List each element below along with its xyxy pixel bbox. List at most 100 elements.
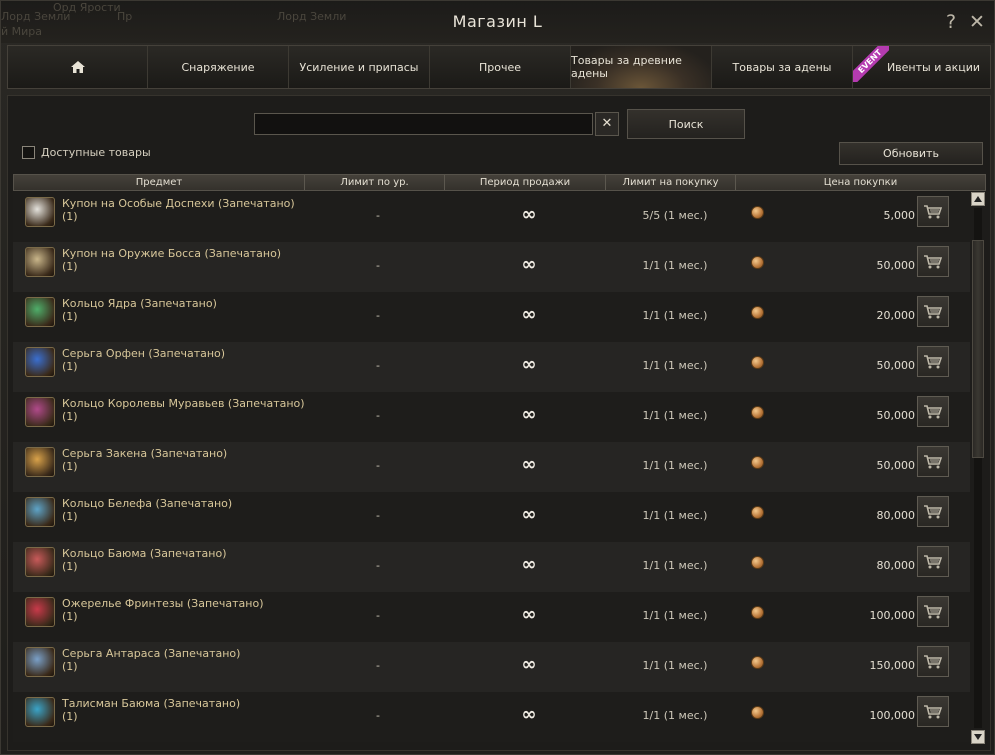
- armor-coupon-icon[interactable]: [25, 197, 55, 227]
- baium-talisman-icon[interactable]: [25, 697, 55, 727]
- item-quantity: (1): [62, 360, 78, 373]
- weapon-coupon-icon[interactable]: [25, 247, 55, 277]
- sale-period: ∞: [521, 504, 537, 525]
- item-price: 80,000: [876, 509, 916, 522]
- orfen-earring-icon[interactable]: [25, 347, 55, 377]
- buy-button[interactable]: [917, 196, 949, 227]
- header-purchase-limit: Лимит на покупку: [606, 175, 736, 190]
- refresh-button[interactable]: Обновить: [839, 142, 983, 165]
- item-price: 50,000: [876, 459, 916, 472]
- sale-period: ∞: [521, 654, 537, 675]
- ancient-adena-coin-icon: [751, 356, 764, 369]
- level-limit: -: [376, 359, 380, 372]
- item-quantity: (1): [62, 210, 78, 223]
- buy-button[interactable]: [917, 496, 949, 527]
- item-price: 100,000: [869, 609, 916, 622]
- level-limit: -: [376, 259, 380, 272]
- item-name: Купон на Особые Доспехи (Запечатано): [62, 197, 295, 210]
- header-price: Цена покупки: [823, 177, 898, 188]
- frintezza-necklace-icon[interactable]: [25, 597, 55, 627]
- scroll-thumb[interactable]: [972, 240, 984, 458]
- buy-button[interactable]: [917, 296, 949, 327]
- table-row[interactable]: Кольцо Баюма (Запечатано) (1) - ∞ 1/1 (1 мес…: [13, 542, 970, 592]
- buy-button[interactable]: [917, 546, 949, 577]
- purchase-limit: 1/1 (1 мес.): [642, 259, 708, 272]
- scroll-down-button[interactable]: [971, 730, 985, 744]
- ancient-adena-coin-icon: [751, 506, 764, 519]
- item-price: 50,000: [876, 259, 916, 272]
- item-name: Серьга Закена (Запечатано): [62, 447, 228, 460]
- cart-icon: [924, 654, 943, 668]
- core-ring-icon[interactable]: [25, 297, 55, 327]
- table-row[interactable]: Талисман Баюма (Запечатано) (1) - ∞ 1/1 (1 м…: [13, 692, 970, 742]
- level-limit: -: [376, 209, 380, 222]
- event-badge-label: EVENT: [853, 46, 889, 82]
- zaken-earring-icon[interactable]: [25, 447, 55, 477]
- purchase-limit: 1/1 (1 мес.): [642, 409, 708, 422]
- buy-button[interactable]: [917, 696, 949, 727]
- event-badge: EVENT: [853, 46, 889, 82]
- antharas-earring-icon[interactable]: [25, 647, 55, 677]
- table-row[interactable]: Купон на Особые Доспехи (Запечатано) (1) -…: [13, 192, 970, 242]
- level-limit: -: [376, 609, 380, 622]
- queen-ant-ring-icon[interactable]: [25, 397, 55, 427]
- tab-enhancement[interactable]: Усиление и припасы: [289, 46, 430, 88]
- scrollbar[interactable]: [971, 192, 985, 744]
- table-row[interactable]: Ожерелье Фринтезы (Запечатано) (1) - ∞ 1/1 (…: [13, 592, 970, 642]
- table-row[interactable]: Кольцо Королевы Муравьев (Запечатано) (1)…: [13, 392, 970, 442]
- scroll-up-button[interactable]: [971, 192, 985, 206]
- item-quantity: (1): [62, 610, 78, 623]
- buy-button[interactable]: [917, 596, 949, 627]
- item-quantity: (1): [62, 510, 78, 523]
- tab-home[interactable]: [8, 46, 148, 88]
- sale-period: ∞: [521, 304, 537, 325]
- tab-ancient-adena[interactable]: Товары за древние адены: [571, 46, 712, 88]
- available-items-filter[interactable]: Доступные товары: [22, 146, 151, 159]
- ancient-adena-coin-icon: [751, 606, 764, 619]
- buy-button[interactable]: [917, 246, 949, 277]
- buy-button[interactable]: [917, 346, 949, 377]
- ancient-adena-coin-icon: [751, 456, 764, 469]
- item-quantity: (1): [62, 410, 78, 423]
- clear-search-button[interactable]: ✕: [595, 112, 619, 136]
- tab-equipment[interactable]: Снаряжение: [148, 46, 289, 88]
- table-row[interactable]: Кольцо Белефа (Запечатано) (1) - ∞ 1/1 (1 ме…: [13, 492, 970, 542]
- table-row[interactable]: Купон на Оружие Босса (Запечатано) (1) - ∞ 1…: [13, 242, 970, 292]
- purchase-limit: 1/1 (1 мес.): [642, 509, 708, 522]
- buy-button[interactable]: [917, 446, 949, 477]
- table-row[interactable]: Серьга Антараса (Запечатано) (1) - ∞ 1/1 (1 …: [13, 642, 970, 692]
- table-row[interactable]: Серьга Закена (Запечатано) (1) - ∞ 1/1 (1 ме…: [13, 442, 970, 492]
- level-limit: -: [376, 509, 380, 522]
- search-input[interactable]: [254, 113, 593, 135]
- buy-button[interactable]: [917, 646, 949, 677]
- header-level-limit: Лимит по ур.: [305, 175, 445, 190]
- sale-period: ∞: [521, 554, 537, 575]
- title-bar[interactable]: Орд Ярости Лорд Земли Пр Лорд Земли й Ми…: [1, 1, 994, 43]
- table-row[interactable]: Серьга Орфен (Запечатано) (1) - ∞ 1/1 (1 мес…: [13, 342, 970, 392]
- ancient-adena-coin-icon: [751, 206, 764, 219]
- buy-button[interactable]: [917, 396, 949, 427]
- item-quantity: (1): [62, 260, 78, 273]
- shop-window: Орд Ярости Лорд Земли Пр Лорд Земли й Ми…: [0, 0, 995, 755]
- sale-period: ∞: [521, 254, 537, 275]
- baium-ring-icon[interactable]: [25, 547, 55, 577]
- level-limit: -: [376, 709, 380, 722]
- tab-events[interactable]: EVENT Ивенты и акции: [853, 46, 990, 88]
- available-items-checkbox[interactable]: [22, 146, 35, 159]
- item-list: Купон на Особые Доспехи (Запечатано) (1) -…: [13, 192, 970, 744]
- tab-misc[interactable]: Прочее: [430, 46, 571, 88]
- tab-adena[interactable]: Товары за адены: [712, 46, 853, 88]
- table-row[interactable]: Кольцо Ядра (Запечатано) (1) - ∞ 1/1 (1 мес.…: [13, 292, 970, 342]
- level-limit: -: [376, 309, 380, 322]
- tab-events-label: Ивенты и акции: [886, 60, 981, 74]
- close-button[interactable]: ✕: [967, 10, 987, 34]
- content-panel: ✕ Поиск Доступные товары Обновить Предме…: [7, 95, 991, 751]
- item-quantity: (1): [62, 460, 78, 473]
- help-button[interactable]: ?: [941, 10, 961, 34]
- item-name: Талисман Баюма (Запечатано): [62, 697, 241, 710]
- beleth-ring-icon[interactable]: [25, 497, 55, 527]
- cart-icon: [924, 204, 943, 218]
- level-limit: -: [376, 409, 380, 422]
- search-button[interactable]: Поиск: [627, 109, 745, 139]
- cart-icon: [924, 554, 943, 568]
